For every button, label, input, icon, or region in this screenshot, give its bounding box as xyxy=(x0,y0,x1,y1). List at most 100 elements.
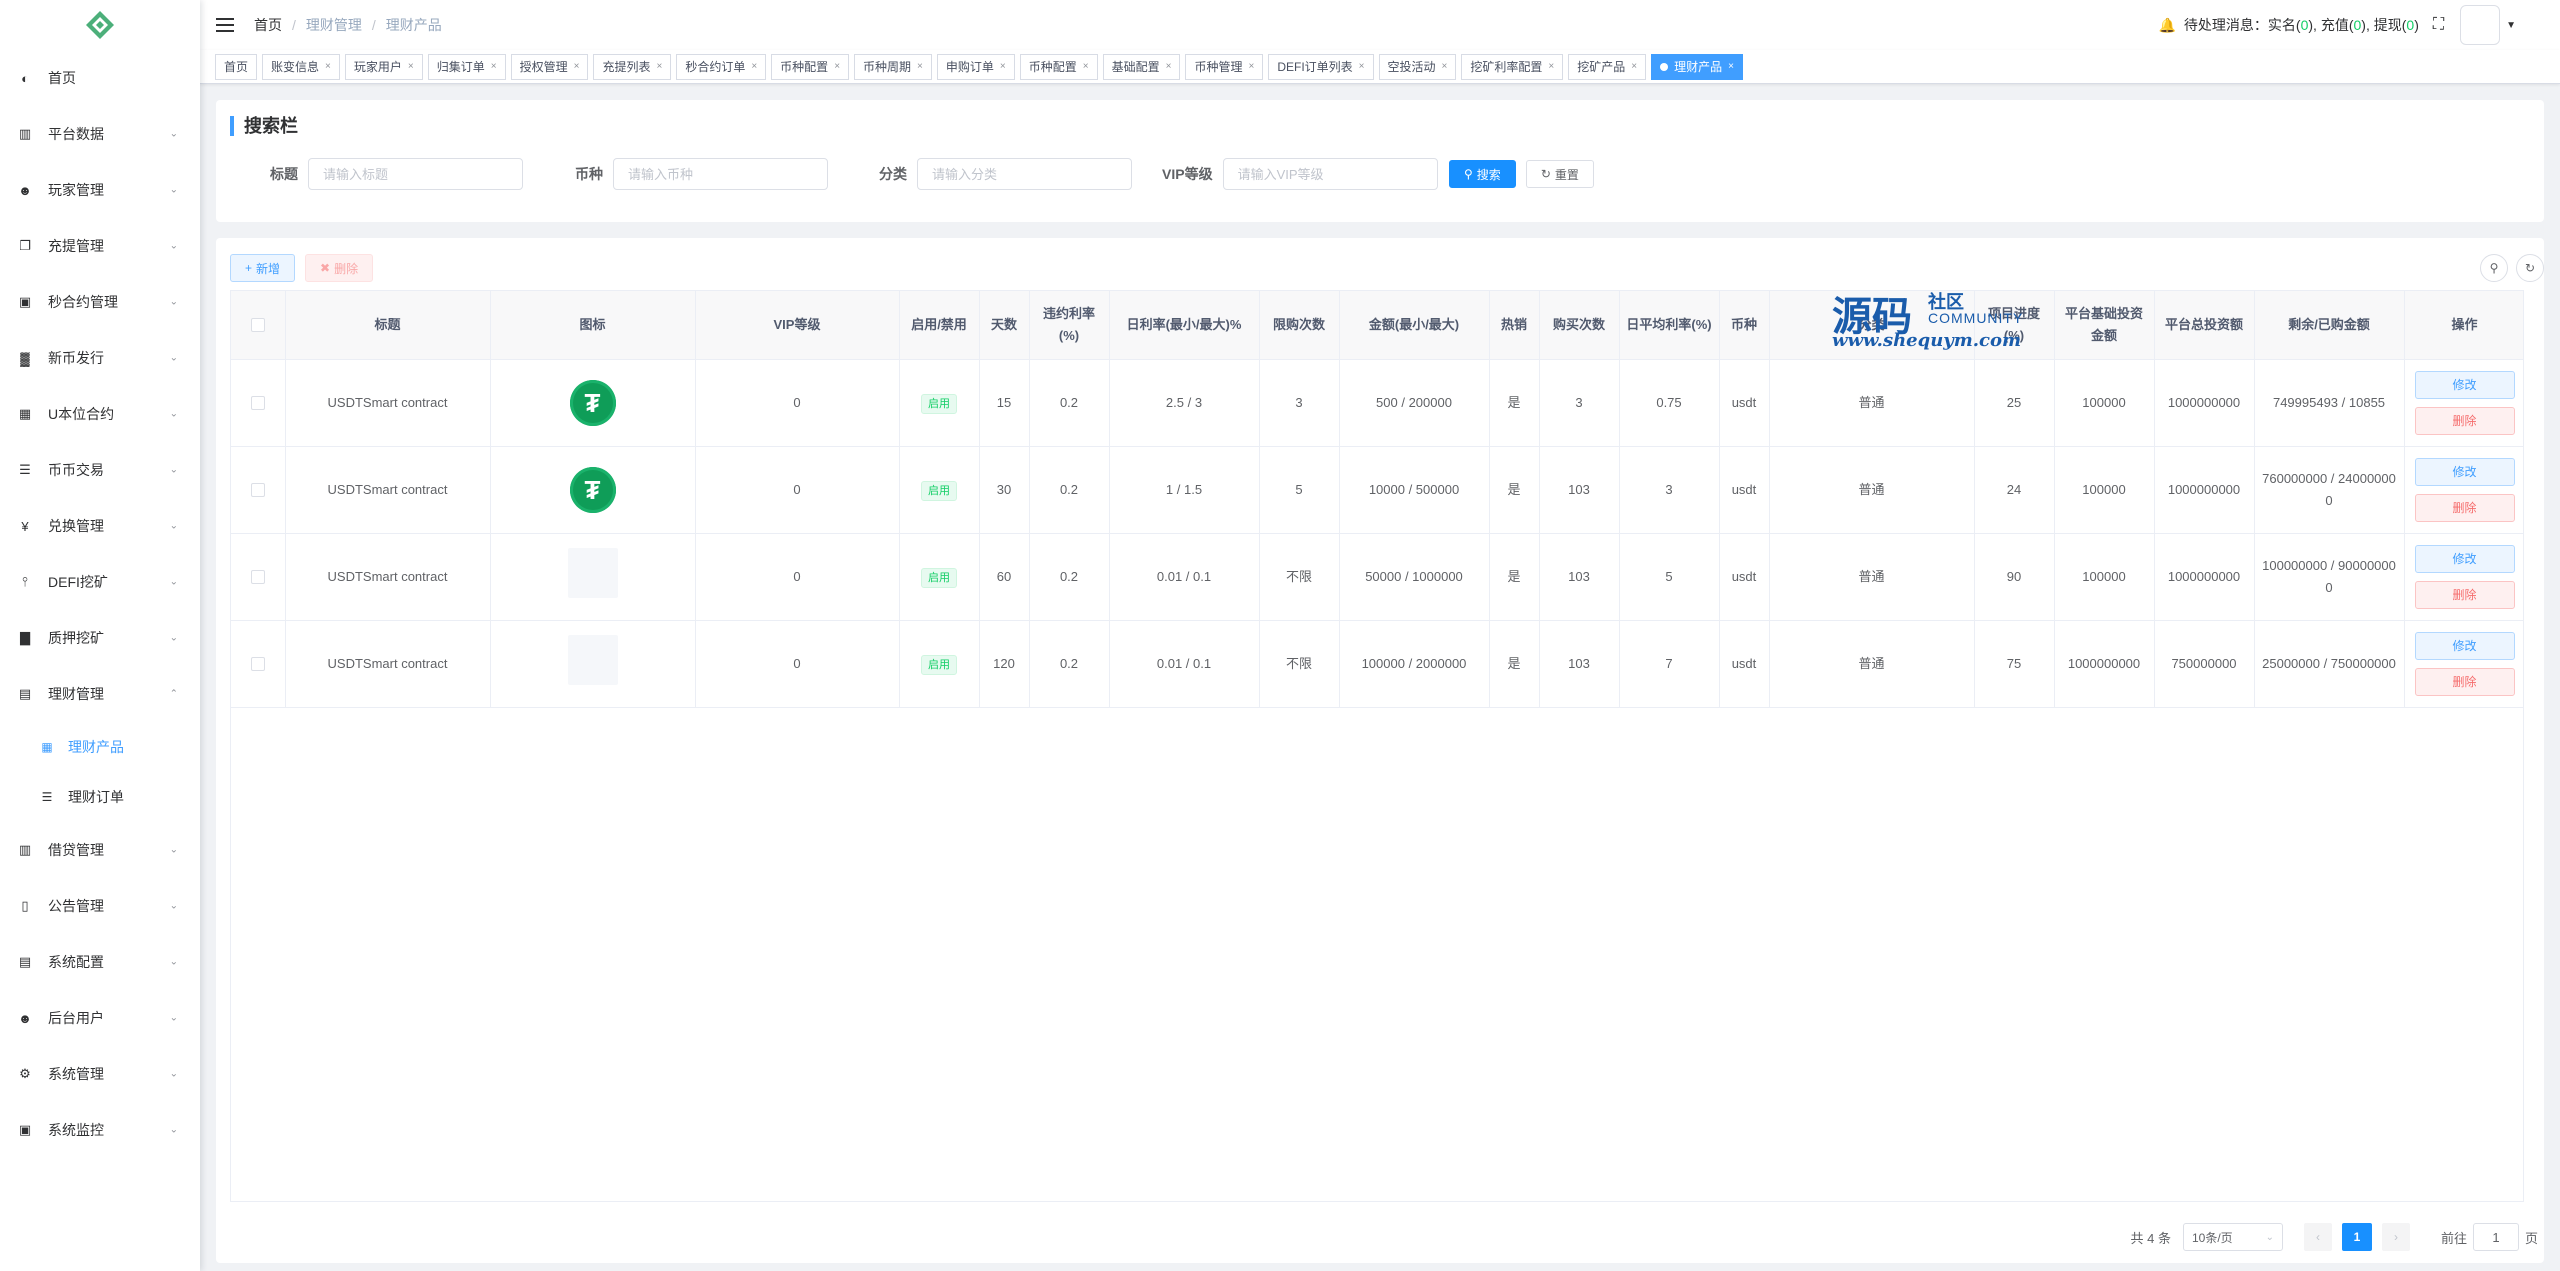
sidebar-item-3[interactable]: ☻ 后台用户 ⌄ xyxy=(0,990,200,1046)
sidebar-item-11[interactable]: ▤ 理财管理 ⌃ xyxy=(0,666,200,722)
tag-6[interactable]: 秒合约订单 × xyxy=(676,53,767,80)
close-icon[interactable]: × xyxy=(1442,55,1448,79)
delete-row-button[interactable]: 删除 xyxy=(2414,667,2515,696)
sidebar-item-4[interactable]: ⚙ 系统管理 ⌄ xyxy=(0,1046,200,1102)
checkbox[interactable] xyxy=(250,570,265,585)
sidebar-item-10[interactable]: ▇ 质押挖矿 ⌄ xyxy=(0,610,200,666)
sidebar-item-3[interactable]: ❐ 充提管理 ⌄ xyxy=(0,218,200,274)
sidebar-item-1[interactable]: ▥ 平台数据 ⌄ xyxy=(0,106,200,162)
notice-withdraw-count: 0 xyxy=(2406,17,2415,33)
close-icon[interactable]: × xyxy=(1359,55,1365,79)
chevron-down-icon: ⌄ xyxy=(169,184,178,196)
next-page-button[interactable]: › xyxy=(2381,1223,2410,1251)
notice-withdraw[interactable]: 提现(0) xyxy=(2374,15,2419,35)
sidebar-subitem-0[interactable]: ▦ 理财产品 xyxy=(0,722,200,772)
tag-12[interactable]: 币种管理 × xyxy=(1185,53,1264,80)
sidebar-item-9[interactable]: ⫯ DEFI挖矿 ⌄ xyxy=(0,554,200,610)
checkbox[interactable] xyxy=(250,657,265,672)
tag-5[interactable]: 充提列表 × xyxy=(593,53,672,80)
sidebar-item-2[interactable]: ☻ 玩家管理 ⌄ xyxy=(0,162,200,218)
page-size-select[interactable]: 10条/页 ⌄ xyxy=(2182,1223,2283,1251)
tag-13[interactable]: DEFI订单列表 × xyxy=(1268,53,1374,80)
checkbox[interactable] xyxy=(250,318,265,333)
tag-11[interactable]: 基础配置 × xyxy=(1102,53,1181,80)
tag-9[interactable]: 申购订单 × xyxy=(936,53,1015,80)
checkbox[interactable] xyxy=(250,396,265,411)
tag-16[interactable]: 挖矿产品 × xyxy=(1568,53,1647,80)
close-icon[interactable]: × xyxy=(1728,55,1734,79)
reset-button[interactable]: ↻ 重置 xyxy=(1525,160,1594,188)
close-icon[interactable]: × xyxy=(1166,55,1172,79)
sidebar-subitem-1[interactable]: ☰ 理财订单 xyxy=(0,772,200,822)
sidebar-item-7[interactable]: ☰ 币币交易 ⌄ xyxy=(0,442,200,498)
goto-page-input[interactable] xyxy=(2472,1223,2519,1251)
close-icon[interactable]: × xyxy=(408,55,414,79)
close-icon[interactable]: × xyxy=(574,55,580,79)
edit-button[interactable]: 修改 xyxy=(2414,544,2515,573)
delete-row-button[interactable]: 删除 xyxy=(2414,580,2515,609)
vip-input[interactable] xyxy=(1222,158,1438,190)
close-icon[interactable]: × xyxy=(325,55,331,79)
close-icon[interactable]: × xyxy=(751,55,757,79)
tag-0[interactable]: 首页 xyxy=(215,53,258,80)
tag-2[interactable]: 玩家用户 × xyxy=(344,53,423,80)
cell-status: 启用 xyxy=(899,620,980,708)
notice-recharge[interactable]: 充值(0) xyxy=(2321,15,2366,35)
fullscreen-icon[interactable]: ⛶ xyxy=(2433,16,2444,34)
header-select-all[interactable] xyxy=(231,291,286,360)
sidebar-item-1[interactable]: ▯ 公告管理 ⌄ xyxy=(0,878,200,934)
sidebar-item-8[interactable]: ¥ 兑换管理 ⌄ xyxy=(0,498,200,554)
delete-row-button[interactable]: 删除 xyxy=(2414,406,2515,435)
tag-7[interactable]: 币种配置 × xyxy=(771,53,850,80)
prev-page-button[interactable]: ‹ xyxy=(2303,1223,2332,1251)
search-toggle-icon[interactable]: ⚲ xyxy=(2480,254,2508,282)
coin-input[interactable] xyxy=(613,158,828,190)
delete-button[interactable]: ✖ 删除 xyxy=(305,254,374,282)
sidebar-item-4[interactable]: ▣ 秒合约管理 ⌄ xyxy=(0,274,200,330)
edit-button[interactable]: 修改 xyxy=(2414,370,2515,399)
bell-icon[interactable]: 🔔 xyxy=(2158,17,2175,34)
breadcrumb-home[interactable]: 首页 xyxy=(254,15,282,35)
close-icon[interactable]: × xyxy=(1083,55,1089,79)
close-icon[interactable]: × xyxy=(834,55,840,79)
sidebar-item-0[interactable]: ◐ 首页 xyxy=(0,50,200,106)
avatar[interactable] xyxy=(2460,5,2501,45)
close-icon[interactable]: × xyxy=(1631,55,1637,79)
hamburger-icon[interactable] xyxy=(216,18,234,32)
close-icon[interactable]: × xyxy=(1000,55,1006,79)
tag-14[interactable]: 空投活动 × xyxy=(1378,53,1457,80)
tag-10[interactable]: 币种配置 × xyxy=(1019,53,1098,80)
tag-8[interactable]: 币种周期 × xyxy=(854,53,932,80)
notice-realname[interactable]: 实名(0) xyxy=(2268,15,2313,35)
title-input[interactable] xyxy=(308,158,523,190)
tag-4[interactable]: 授权管理 × xyxy=(510,53,589,80)
close-icon[interactable]: × xyxy=(656,55,662,79)
close-icon[interactable]: × xyxy=(1248,55,1254,79)
checkbox[interactable] xyxy=(250,483,265,498)
tag-label: 授权管理 xyxy=(519,59,568,74)
edit-button[interactable]: 修改 xyxy=(2414,631,2515,660)
sidebar-item-5[interactable]: ▓ 新币发行 ⌄ xyxy=(0,330,200,386)
refresh-icon[interactable]: ↻ xyxy=(2516,254,2544,282)
logo[interactable] xyxy=(0,0,200,50)
edit-button[interactable]: 修改 xyxy=(2414,457,2515,486)
tag-3[interactable]: 归集订单 × xyxy=(427,53,506,80)
search-field-vip: VIP等级 xyxy=(1162,158,1438,190)
close-icon[interactable]: × xyxy=(491,55,497,79)
category-input[interactable] xyxy=(917,158,1132,190)
close-icon[interactable]: × xyxy=(917,55,923,79)
tag-1[interactable]: 账变信息 × xyxy=(262,53,340,80)
page-number-current[interactable]: 1 xyxy=(2341,1223,2372,1251)
tag-15[interactable]: 挖矿利率配置 × xyxy=(1461,53,1564,80)
chevron-down-icon: ⌄ xyxy=(169,956,178,968)
sidebar-item-6[interactable]: ▦ U本位合约 ⌄ xyxy=(0,386,200,442)
sidebar-item-0[interactable]: ▥ 借贷管理 ⌄ xyxy=(0,822,200,878)
tag-17[interactable]: 理财产品 × xyxy=(1651,53,1743,80)
close-icon[interactable]: × xyxy=(1548,55,1554,79)
delete-row-button[interactable]: 删除 xyxy=(2414,493,2515,522)
sidebar-item-2[interactable]: ▤ 系统配置 ⌄ xyxy=(0,934,200,990)
add-button[interactable]: + 新增 xyxy=(230,254,296,282)
search-button[interactable]: ⚲ 搜索 xyxy=(1449,160,1516,188)
sidebar-item-5[interactable]: ▣ 系统监控 ⌄ xyxy=(0,1102,200,1158)
caret-down-icon[interactable]: ▼ xyxy=(2506,20,2516,31)
